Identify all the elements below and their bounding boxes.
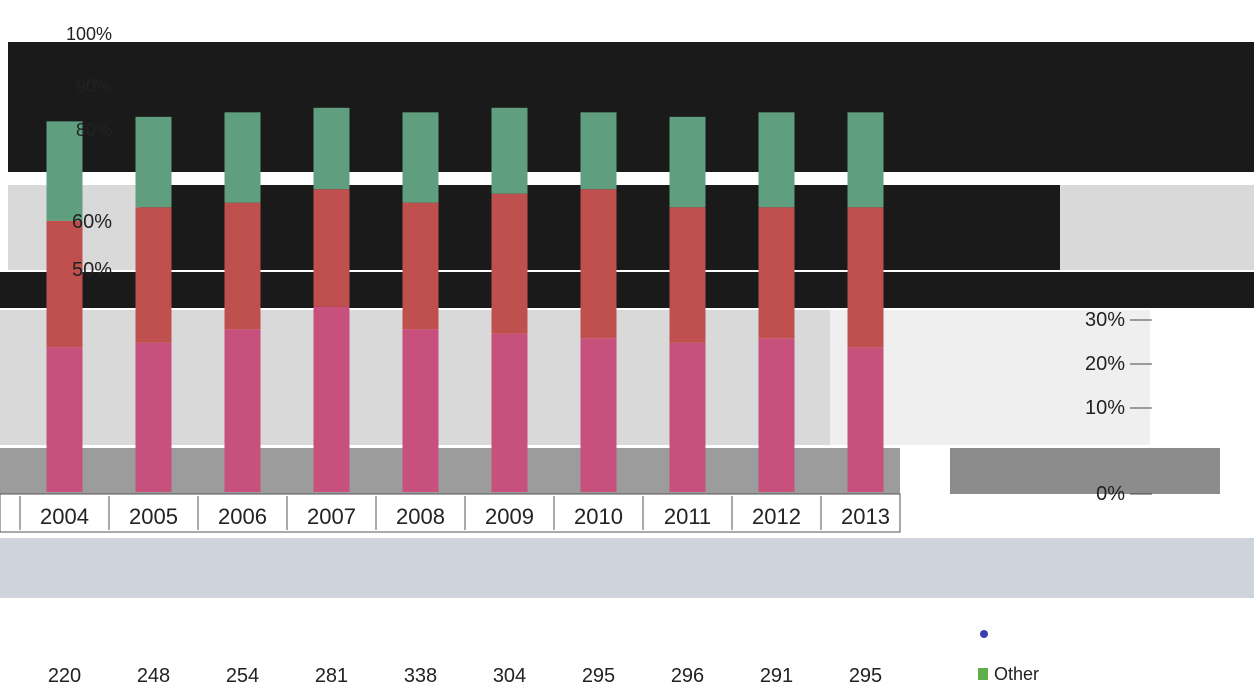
bar-2005-s2 (135, 116, 172, 208)
y-tick-label: 60% (72, 211, 112, 233)
y-tick-label: 20% (1085, 353, 1125, 375)
bar-2005-s1 (135, 207, 172, 343)
bar-2012-s0 (758, 338, 795, 492)
x-tick-label: 2006 (218, 504, 267, 529)
bar-2008-s2 (402, 112, 439, 203)
bar-2007-s1 (313, 189, 350, 307)
bar-2008-s0 (402, 329, 439, 492)
table-cell: 248 (137, 665, 170, 687)
bar-2011-s1 (669, 207, 706, 343)
bar-2012-s2 (758, 112, 795, 208)
x-tick-label: 2007 (307, 504, 356, 529)
bar-2006-s2 (224, 112, 261, 203)
table-body (0, 600, 1254, 696)
dark-band-strip (0, 272, 1254, 308)
table-cell: 220 (48, 665, 81, 687)
bar-2013-s2 (847, 112, 884, 208)
table-cell: 254 (226, 665, 259, 687)
table-cell: 281 (315, 665, 348, 687)
x-tick-label: 2012 (752, 504, 801, 529)
legend-label-other: Other (994, 664, 1039, 684)
y-tick-label: 100% (66, 24, 112, 44)
table-cell: 296 (671, 665, 704, 687)
chart-svg: 100% 90% 80% 60% 50% 30% 20% 10% 0% 2004 2005 2006… (0, 0, 1254, 696)
y-tick-label: 10% (1085, 397, 1125, 419)
x-tick-label: 2010 (574, 504, 623, 529)
table-cell: 338 (404, 665, 437, 687)
legend-swatch-other (978, 668, 988, 680)
bar-2011-s2 (669, 116, 706, 208)
table-cell: 295 (849, 665, 882, 687)
x-tick-label: 2008 (396, 504, 445, 529)
bar-2008-s1 (402, 202, 439, 330)
bar-2009-s2 (491, 107, 528, 194)
bar-2006-s1 (224, 202, 261, 330)
table-cell: 291 (760, 665, 793, 687)
bar-2011-s0 (669, 342, 706, 492)
table-header-band (0, 538, 1254, 598)
bar-2013-s0 (847, 347, 884, 492)
bar-2009-s0 (491, 333, 528, 492)
bar-2004-s0 (46, 347, 83, 492)
bar-2007-s2 (313, 107, 350, 190)
y-tick-label: 0% (1096, 483, 1125, 505)
y-tick-label: 90% (76, 76, 112, 96)
x-tick-label: 2011 (664, 504, 711, 529)
table-cell: 295 (582, 665, 615, 687)
bar-2013-s1 (847, 207, 884, 348)
dark-band-top (8, 42, 1254, 172)
x-tick-label: 2013 (841, 504, 890, 529)
bar-2007-s0 (313, 306, 350, 492)
y-tick-label: 30% (1085, 309, 1125, 331)
bar-2010-s1 (580, 189, 617, 339)
legend-marker (980, 630, 988, 638)
bar-2006-s0 (224, 329, 261, 492)
bar-2012-s1 (758, 207, 795, 339)
table-cell: 304 (493, 665, 526, 687)
x-tick-label: 2009 (485, 504, 534, 529)
x-tick-label: 2004 (40, 504, 89, 529)
bar-2005-s0 (135, 342, 172, 492)
x-tick-label: 2005 (129, 504, 178, 529)
bar-2009-s1 (491, 193, 528, 334)
bar-2004-s1 (46, 220, 83, 348)
bar-2010-s0 (580, 338, 617, 492)
bar-2010-s2 (580, 112, 617, 190)
y-tick-label: 80% (76, 120, 112, 140)
gray-band-right (950, 448, 1220, 494)
y-tick-label: 50% (72, 259, 112, 281)
